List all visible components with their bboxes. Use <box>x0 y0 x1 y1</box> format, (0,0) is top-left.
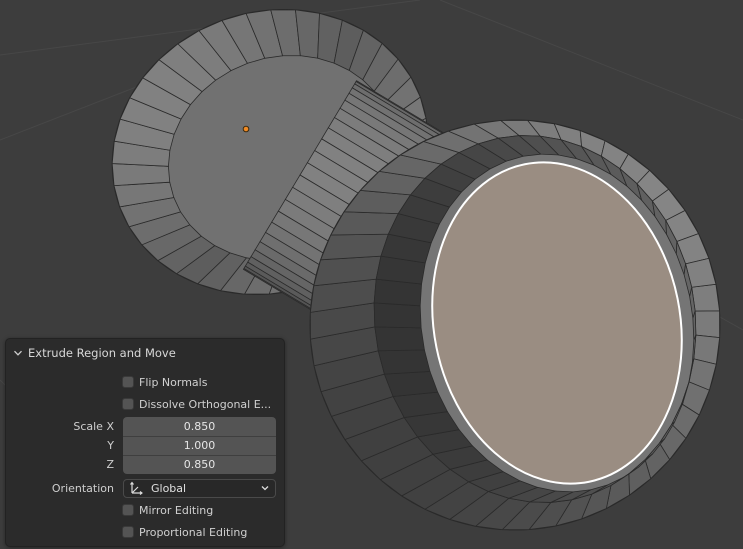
panel-title: Extrude Region and Move <box>28 346 176 360</box>
orientation-row: Orientation Global <box>6 478 284 498</box>
dissolve-orthogonal-label: Dissolve Orthogonal E... <box>139 397 272 411</box>
operator-redo-panel[interactable]: Extrude Region and Move Flip Normals Dis… <box>5 338 285 547</box>
dissolve-orthogonal-checkbox[interactable] <box>122 398 134 410</box>
orientation-label: Orientation <box>51 481 114 495</box>
mirror-editing-label: Mirror Editing <box>139 503 214 517</box>
proportional-editing-label: Proportional Editing <box>139 525 248 539</box>
scale-z-row: Z 0.850 <box>6 454 284 474</box>
inner-rim-quad <box>374 326 425 352</box>
mirror-editing-checkbox[interactable] <box>122 504 134 516</box>
scale-z-field[interactable]: 0.850 <box>123 454 276 474</box>
dissolve-orthogonal-option[interactable]: Dissolve Orthogonal E... <box>122 394 282 414</box>
orientation-dropdown[interactable]: Global <box>123 478 276 498</box>
flip-normals-option[interactable]: Flip Normals <box>122 372 282 392</box>
inner-rim-quad <box>383 370 439 397</box>
scale-x-field[interactable]: 0.850 <box>123 416 276 436</box>
inner-rim-quad <box>377 349 431 375</box>
front-flange-quad <box>320 233 389 261</box>
panel-header[interactable]: Extrude Region and Move <box>12 345 176 361</box>
object-origin <box>242 125 250 133</box>
scale-x-row: Scale X 0.850 <box>6 416 284 436</box>
chevron-down-icon[interactable] <box>12 347 24 359</box>
inner-rim-quad <box>373 302 422 329</box>
scale-y-row: Y 1.000 <box>6 435 284 455</box>
scale-y-field[interactable]: 1.000 <box>123 435 276 455</box>
scale-z-label: Z <box>106 457 114 471</box>
scale-x-label: Scale X <box>73 419 114 433</box>
chevron-down-icon <box>260 483 270 493</box>
transform-orientation-icon <box>129 481 143 495</box>
flip-normals-label: Flip Normals <box>139 375 208 389</box>
front-flange-quad <box>691 283 720 312</box>
front-flange-quad <box>694 310 721 339</box>
flip-normals-checkbox[interactable] <box>122 376 134 388</box>
proportional-editing-checkbox[interactable] <box>122 526 134 538</box>
scale-y-label: Y <box>107 438 114 452</box>
mirror-editing-option[interactable]: Mirror Editing <box>122 500 282 520</box>
back-flange-quad <box>111 163 171 187</box>
proportional-editing-option[interactable]: Proportional Editing <box>122 522 282 542</box>
grid-line <box>439 0 743 121</box>
orientation-value: Global <box>151 481 187 495</box>
